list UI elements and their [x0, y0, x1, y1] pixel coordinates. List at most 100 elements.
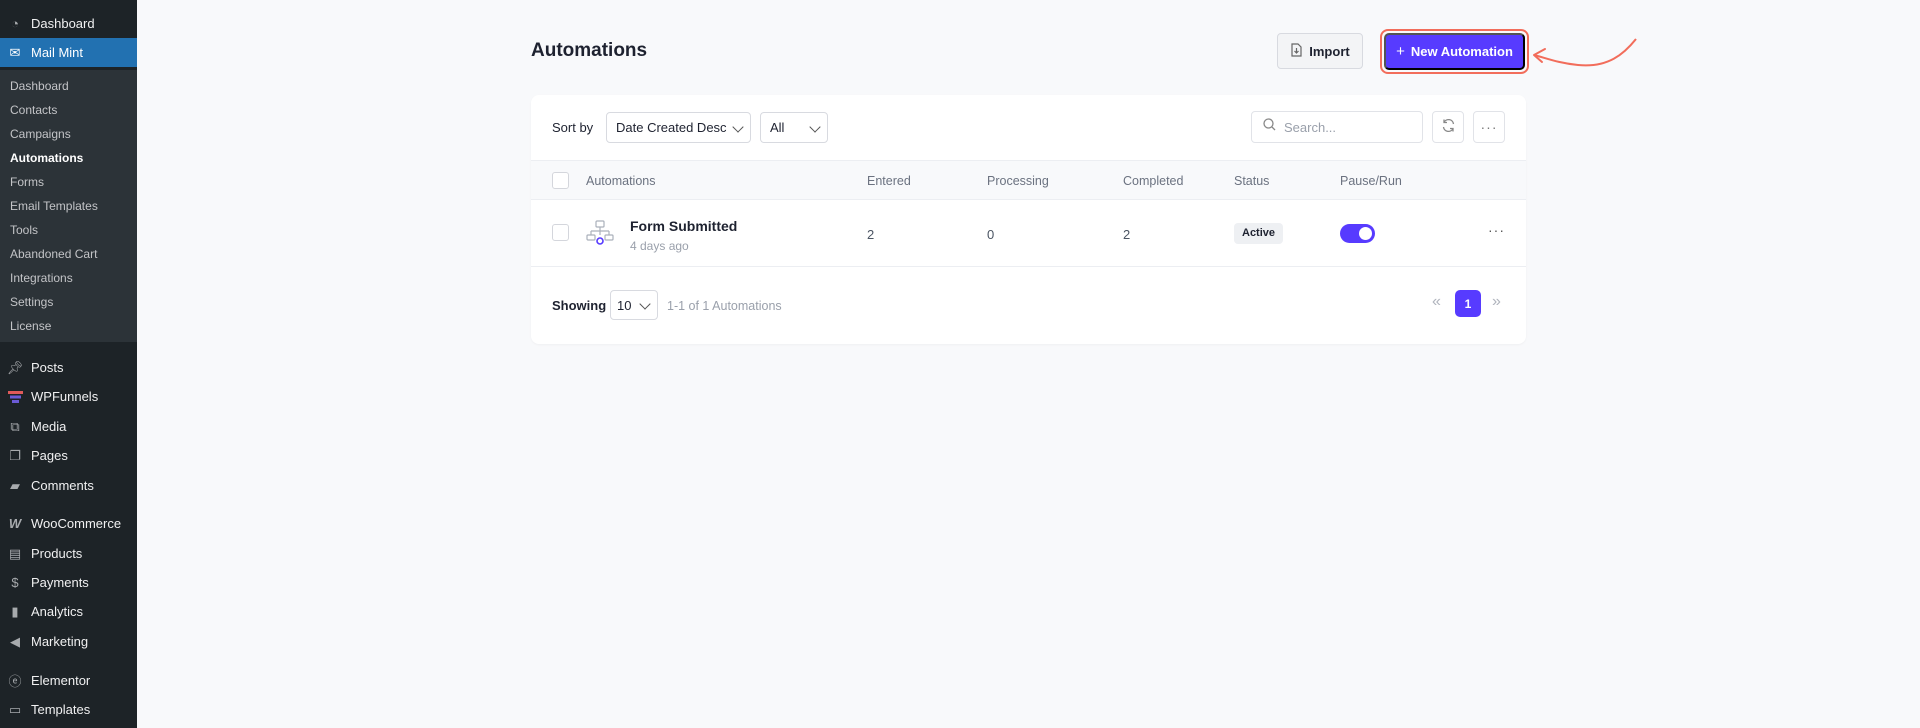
sidebar-item-label: WPFunnels [31, 389, 99, 404]
sidebar-item-label: Media [31, 419, 67, 434]
sidebar-item-woocommerce[interactable]: W WooCommerce [0, 509, 137, 538]
sidebar-item-comments[interactable]: ▰ Comments [0, 471, 137, 500]
woo-icon: W [8, 516, 22, 531]
page-title: Automations [531, 40, 648, 61]
elementor-icon: ⓔ [8, 674, 22, 689]
pin-icon: 📌︎ [6, 359, 24, 375]
column-header-automations: Automations [586, 174, 656, 188]
submenu-license[interactable]: License [10, 318, 51, 334]
import-button[interactable]: Import [1277, 33, 1363, 69]
funnel-icon [7, 389, 23, 405]
column-header-entered: Entered [867, 174, 911, 188]
sidebar-item-label: Elementor [31, 673, 91, 688]
chevron-down-icon [809, 121, 821, 133]
sidebar-item-label: Payments [31, 575, 89, 590]
sidebar-item-templates[interactable]: ▭ Templates [0, 695, 137, 724]
filter-value: All [770, 120, 785, 135]
submenu-settings[interactable]: Settings [10, 294, 53, 310]
automation-created-time: 4 days ago [630, 239, 689, 253]
sidebar-item-label: Analytics [31, 604, 84, 619]
page-button-current[interactable]: 1 [1455, 290, 1481, 317]
search-icon [1263, 118, 1276, 136]
import-icon [1290, 42, 1303, 60]
chevron-down-icon [639, 298, 651, 310]
refresh-icon [1441, 118, 1456, 136]
sidebar-item-label: Mail Mint [31, 45, 84, 60]
filter-select[interactable]: All [760, 112, 828, 143]
per-page-value: 10 [617, 297, 632, 313]
sidebar-item-label: Comments [31, 478, 94, 493]
sort-select[interactable]: Date Created Desc [606, 112, 751, 143]
payments-icon: $ [11, 575, 19, 590]
submenu-integrations[interactable]: Integrations [10, 270, 73, 286]
submenu-tools[interactable]: Tools [10, 222, 38, 238]
sort-label: Sort by [552, 120, 594, 135]
sidebar-item-label: Dashboard [31, 16, 95, 31]
sidebar-item-label: Posts [31, 360, 64, 375]
media-icon: ⧉ [10, 418, 20, 434]
toggle-knob [1359, 227, 1372, 240]
row-actions-ellipsis-icon[interactable]: ··· [1488, 222, 1505, 238]
annotation-arrow-icon [1533, 38, 1637, 67]
sidebar-item-label: Marketing [31, 634, 89, 649]
new-automation-button[interactable]: + New Automation [1384, 33, 1525, 70]
sidebar-item-pages[interactable]: ❐ Pages [0, 441, 137, 470]
column-header-completed: Completed [1123, 174, 1184, 188]
search-box [1251, 111, 1423, 143]
submenu-forms[interactable]: Forms [10, 174, 44, 190]
admin-sidebar: ◔ Dashboard ✉ Mail Mint Dashboard Contac… [0, 0, 137, 728]
select-all-checkbox[interactable] [552, 172, 569, 189]
status-badge: Active [1234, 223, 1284, 244]
sidebar-item-mail-mint[interactable]: ✉ Mail Mint [0, 38, 137, 67]
folder-icon: ▭ [8, 701, 22, 717]
mail-mint-submenu: Dashboard Contacts Campaigns Automations… [0, 70, 137, 342]
new-automation-label: New Automation [1410, 44, 1513, 59]
dashboard-icon: ◔ [11, 16, 19, 31]
plus-icon: + [1396, 43, 1405, 60]
sidebar-item-analytics[interactable]: ▮ Analytics [0, 597, 137, 626]
sidebar-item-payments[interactable]: $ Payments [0, 568, 137, 597]
sidebar-item-media[interactable]: ⧉ Media [0, 412, 137, 441]
sidebar-item-products[interactable]: ▤ Products [0, 539, 137, 568]
submenu-dashboard[interactable]: Dashboard [10, 78, 69, 94]
completed-count: 2 [1123, 227, 1131, 242]
submenu-email-templates[interactable]: Email Templates [10, 198, 98, 214]
pagination-count: 1-1 of 1 Automations [667, 299, 782, 313]
column-header-processing: Processing [987, 174, 1049, 188]
sort-value: Date Created Desc [616, 120, 727, 135]
row-checkbox[interactable] [552, 224, 569, 241]
more-options-button[interactable]: ··· [1473, 111, 1505, 143]
sidebar-item-label: Templates [31, 702, 91, 717]
sidebar-item-posts[interactable]: 📌︎ Posts [0, 353, 137, 382]
sidebar-item-wpfunnels[interactable]: WPFunnels [0, 382, 137, 411]
comment-icon: ▰ [10, 477, 20, 493]
submenu-abandoned-cart[interactable]: Abandoned Cart [10, 246, 97, 262]
pages-icon: ❐ [9, 447, 21, 463]
previous-page-icon[interactable]: « [1432, 293, 1441, 311]
archive-icon: ▤ [8, 545, 22, 561]
workflow-icon [586, 219, 614, 252]
sidebar-item-label: Products [31, 546, 83, 561]
next-page-icon[interactable]: » [1492, 293, 1501, 311]
sidebar-item-dashboard[interactable]: ◔ Dashboard [0, 9, 137, 38]
sidebar-item-elementor[interactable]: ⓔ Elementor [0, 666, 137, 695]
column-header-pause-run: Pause/Run [1340, 174, 1402, 188]
processing-count: 0 [987, 227, 995, 242]
ellipsis-icon: ··· [1480, 119, 1498, 135]
search-input[interactable] [1284, 119, 1404, 135]
sidebar-item-label: WooCommerce [31, 516, 122, 531]
per-page-select[interactable]: 10 [610, 290, 658, 320]
submenu-contacts[interactable]: Contacts [10, 102, 57, 118]
bar-chart-icon: ▮ [11, 603, 19, 619]
submenu-automations[interactable]: Automations [10, 150, 83, 166]
showing-label: Showing [552, 298, 607, 313]
sidebar-item-marketing[interactable]: ◀ Marketing [0, 627, 137, 656]
chevron-down-icon [732, 121, 744, 133]
column-header-status: Status [1234, 174, 1270, 188]
refresh-button[interactable] [1432, 111, 1464, 143]
entered-count: 2 [867, 227, 875, 242]
import-label: Import [1309, 43, 1350, 59]
submenu-campaigns[interactable]: Campaigns [10, 126, 71, 142]
pause-run-toggle[interactable] [1340, 224, 1375, 243]
automation-name-link[interactable]: Form Submitted [630, 218, 737, 234]
